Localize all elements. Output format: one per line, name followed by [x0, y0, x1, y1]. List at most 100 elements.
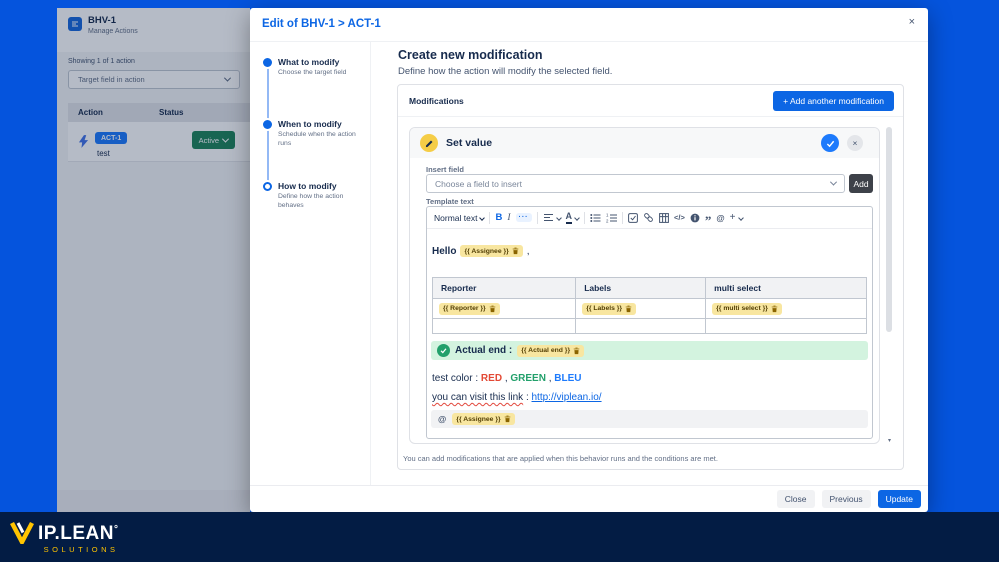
field-chip-assignee[interactable]: {{ Assignee }}: [460, 245, 523, 257]
trash-icon[interactable]: [512, 247, 519, 255]
numbered-list-button[interactable]: 12: [606, 213, 618, 223]
code-button[interactable]: </>: [674, 213, 685, 222]
step-dot-done: [263, 58, 272, 67]
trash-icon[interactable]: [489, 305, 496, 313]
previous-button[interactable]: Previous: [821, 490, 871, 508]
alignment-button[interactable]: [543, 213, 562, 222]
toolbar-separator: [622, 211, 624, 224]
table-col-labels[interactable]: Labels: [575, 277, 707, 299]
page-subtitle: Define how the action will modify the se…: [398, 66, 613, 77]
insert-field-select[interactable]: Choose a field to insert: [426, 174, 845, 193]
chevron-down-icon: [574, 214, 580, 221]
trash-icon[interactable]: [771, 305, 778, 313]
table-col-multi-select[interactable]: multi select: [705, 277, 867, 299]
modal-footer: Close Previous Update: [250, 485, 928, 512]
trash-icon[interactable]: [573, 347, 580, 355]
trash-icon[interactable]: [625, 305, 632, 313]
text-style-dropdown[interactable]: Normal text: [434, 213, 486, 223]
blue-text: BLEU: [554, 373, 582, 384]
insert-more-button[interactable]: +: [730, 212, 744, 223]
italic-button[interactable]: I: [507, 213, 510, 223]
footer-bar: IP.LEAN° SOLUTIONS: [0, 512, 999, 562]
panel-scrollbar[interactable]: ▾: [885, 127, 894, 444]
field-chip-actual-end[interactable]: {{ Actual end }}: [517, 344, 585, 357]
table-row: {{ Reporter }} {{ Labels }} {{multi sel…: [431, 298, 867, 319]
chevron-down-icon: [737, 214, 744, 221]
page-title: Create new modification: [398, 48, 543, 62]
confirm-icon[interactable]: [821, 134, 839, 152]
modal-backdrop-overlay: [57, 8, 250, 512]
greeting-line: Hello {{ Assignee }} ,: [432, 245, 530, 257]
field-chip-labels[interactable]: {{ Labels }}: [582, 302, 637, 315]
update-button[interactable]: Update: [877, 490, 921, 508]
link-line: you can visit this link : http://viplean…: [432, 392, 602, 403]
logo-tagline: SOLUTIONS: [43, 545, 119, 554]
actual-end-label: Actual end :: [455, 345, 513, 356]
table-col-reporter[interactable]: Reporter: [431, 277, 577, 299]
close-icon[interactable]: ×: [904, 13, 920, 31]
field-chip-reporter[interactable]: {{ Reporter }}: [439, 302, 500, 315]
field-chip-multi-select[interactable]: {{ multi select }}: [712, 302, 782, 315]
editor-content[interactable]: Hello {{ Assignee }} , Reporter Labels m…: [427, 229, 872, 438]
svg-text:2: 2: [606, 218, 609, 222]
card-header: Modifications + Add another modification: [398, 85, 903, 117]
step-dot-current: [263, 182, 272, 191]
card-title: Modifications: [409, 96, 464, 106]
logo-wordmark: IP.LEAN°: [38, 523, 119, 544]
rich-text-editor: Normal text B I ··· A 1 2 </> ” @ + Hell…: [426, 206, 873, 439]
success-panel: Actual end : {{ Actual end }}: [431, 341, 868, 360]
header-divider: [250, 41, 928, 42]
chevron-down-icon: [829, 178, 838, 186]
add-field-button[interactable]: Add: [849, 174, 873, 193]
edit-action-modal: Edit of BHV-1 > ACT-1 × What to modify C…: [250, 8, 928, 512]
background-app-panel: BHV-1 Manage Actions Showing 1 of 1 acti…: [57, 8, 250, 512]
task-list-button[interactable]: [628, 212, 638, 223]
info-panel-button[interactable]: [690, 213, 700, 223]
step-when-to-modify[interactable]: When to modify Schedule when the action …: [263, 119, 364, 149]
step-what-to-modify[interactable]: What to modify Choose the target field: [263, 57, 364, 78]
toolbar-separator: [536, 211, 538, 224]
table-cell[interactable]: {{ Labels }}: [575, 298, 707, 319]
step-how-to-modify[interactable]: How to modify Define how the action beha…: [263, 181, 364, 211]
panel-header: Set value ×: [410, 128, 879, 158]
add-another-modification-button[interactable]: + Add another modification: [773, 91, 894, 111]
template-text-label: Template text: [426, 197, 474, 206]
quote-button[interactable]: ”: [705, 214, 712, 227]
field-chip-assignee[interactable]: {{ Assignee }}: [452, 413, 515, 425]
table-cell[interactable]: {{ multi select }}: [705, 298, 867, 319]
table-header-row: Reporter Labels multi select: [431, 277, 867, 299]
bullet-list-button[interactable]: [590, 213, 601, 223]
card-footnote: You can add modifications that are appli…: [403, 454, 718, 463]
mention-button[interactable]: @: [716, 213, 724, 223]
editor-table: Reporter Labels multi select {{ Reporter…: [431, 277, 867, 334]
svg-text:1: 1: [606, 213, 609, 218]
viplean-logo: IP.LEAN° SOLUTIONS: [10, 520, 119, 554]
table-cell[interactable]: [705, 318, 867, 334]
scrollbar-thumb[interactable]: [886, 127, 892, 332]
toolbar-separator: [489, 211, 491, 224]
edit-pencil-icon: [420, 134, 438, 152]
link-button[interactable]: [643, 212, 654, 223]
more-formatting-button[interactable]: ···: [515, 213, 532, 222]
table-cell[interactable]: [575, 318, 707, 334]
hyperlink[interactable]: http://viplean.io/: [532, 392, 602, 403]
cancel-icon[interactable]: ×: [847, 135, 863, 151]
color-text-line: test color : RED , GREEN , BLEU: [432, 373, 582, 384]
spellcheck-text: you can visit this link: [432, 392, 524, 403]
bold-button[interactable]: B: [495, 212, 502, 223]
table-cell[interactable]: [431, 318, 577, 334]
insert-field-label: Insert field: [426, 165, 464, 174]
table-row: [431, 318, 867, 334]
chevron-down-icon: [555, 214, 562, 221]
scroll-down-icon[interactable]: ▾: [885, 437, 894, 444]
text-color-button[interactable]: A: [565, 211, 580, 224]
success-check-icon: [437, 344, 450, 357]
table-cell[interactable]: {{ Reporter }}: [431, 298, 577, 319]
select-placeholder: Choose a field to insert: [435, 178, 522, 189]
green-text: GREEN: [510, 373, 546, 384]
table-button[interactable]: [659, 212, 669, 223]
trash-icon[interactable]: [504, 415, 511, 423]
close-button[interactable]: Close: [776, 490, 815, 508]
modal-title: Edit of BHV-1 > ACT-1: [262, 18, 381, 30]
red-text: RED: [480, 373, 503, 384]
